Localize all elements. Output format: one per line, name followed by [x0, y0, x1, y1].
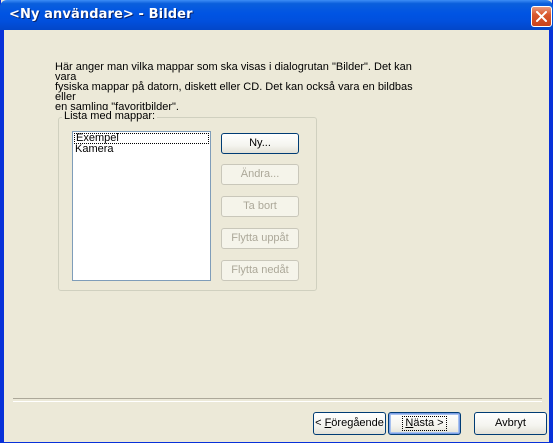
move-down-button[interactable]: Flytta nedåt: [221, 260, 299, 281]
window-title: <Ny användare> - Bilder: [9, 7, 193, 22]
next-button-rest: ästa >: [413, 417, 444, 429]
cancel-button[interactable]: Avbryt: [474, 412, 547, 435]
remove-button[interactable]: Ta bort: [221, 196, 299, 217]
move-up-button[interactable]: Flytta uppåt: [221, 228, 299, 249]
close-x-icon: [536, 11, 547, 22]
folder-list-legend: Lista med mappar:: [62, 110, 158, 122]
next-button[interactable]: Nästa >: [388, 412, 461, 435]
description-text: Här anger man vilka mappar som ska visas…: [55, 61, 413, 113]
window-left-border: [1, 30, 4, 443]
close-button[interactable]: [531, 6, 552, 27]
dialog-window: <Ny användare> - Bilder Här anger man vi…: [0, 0, 553, 443]
list-item-kamera[interactable]: Kamera: [73, 144, 210, 155]
next-button-label: Nästa >: [402, 416, 447, 431]
back-button[interactable]: < Föregående: [313, 412, 386, 435]
folder-listbox[interactable]: Exempel Kamera: [72, 131, 211, 281]
title-bar[interactable]: <Ny användare> - Bilder: [0, 0, 553, 30]
new-button[interactable]: Ny...: [221, 133, 299, 154]
window-right-border: [549, 30, 552, 443]
footer-separator: [13, 398, 542, 402]
back-button-prefix: <: [315, 417, 325, 429]
back-button-rest: öregående: [331, 417, 384, 429]
edit-button[interactable]: Ändra...: [221, 164, 299, 185]
